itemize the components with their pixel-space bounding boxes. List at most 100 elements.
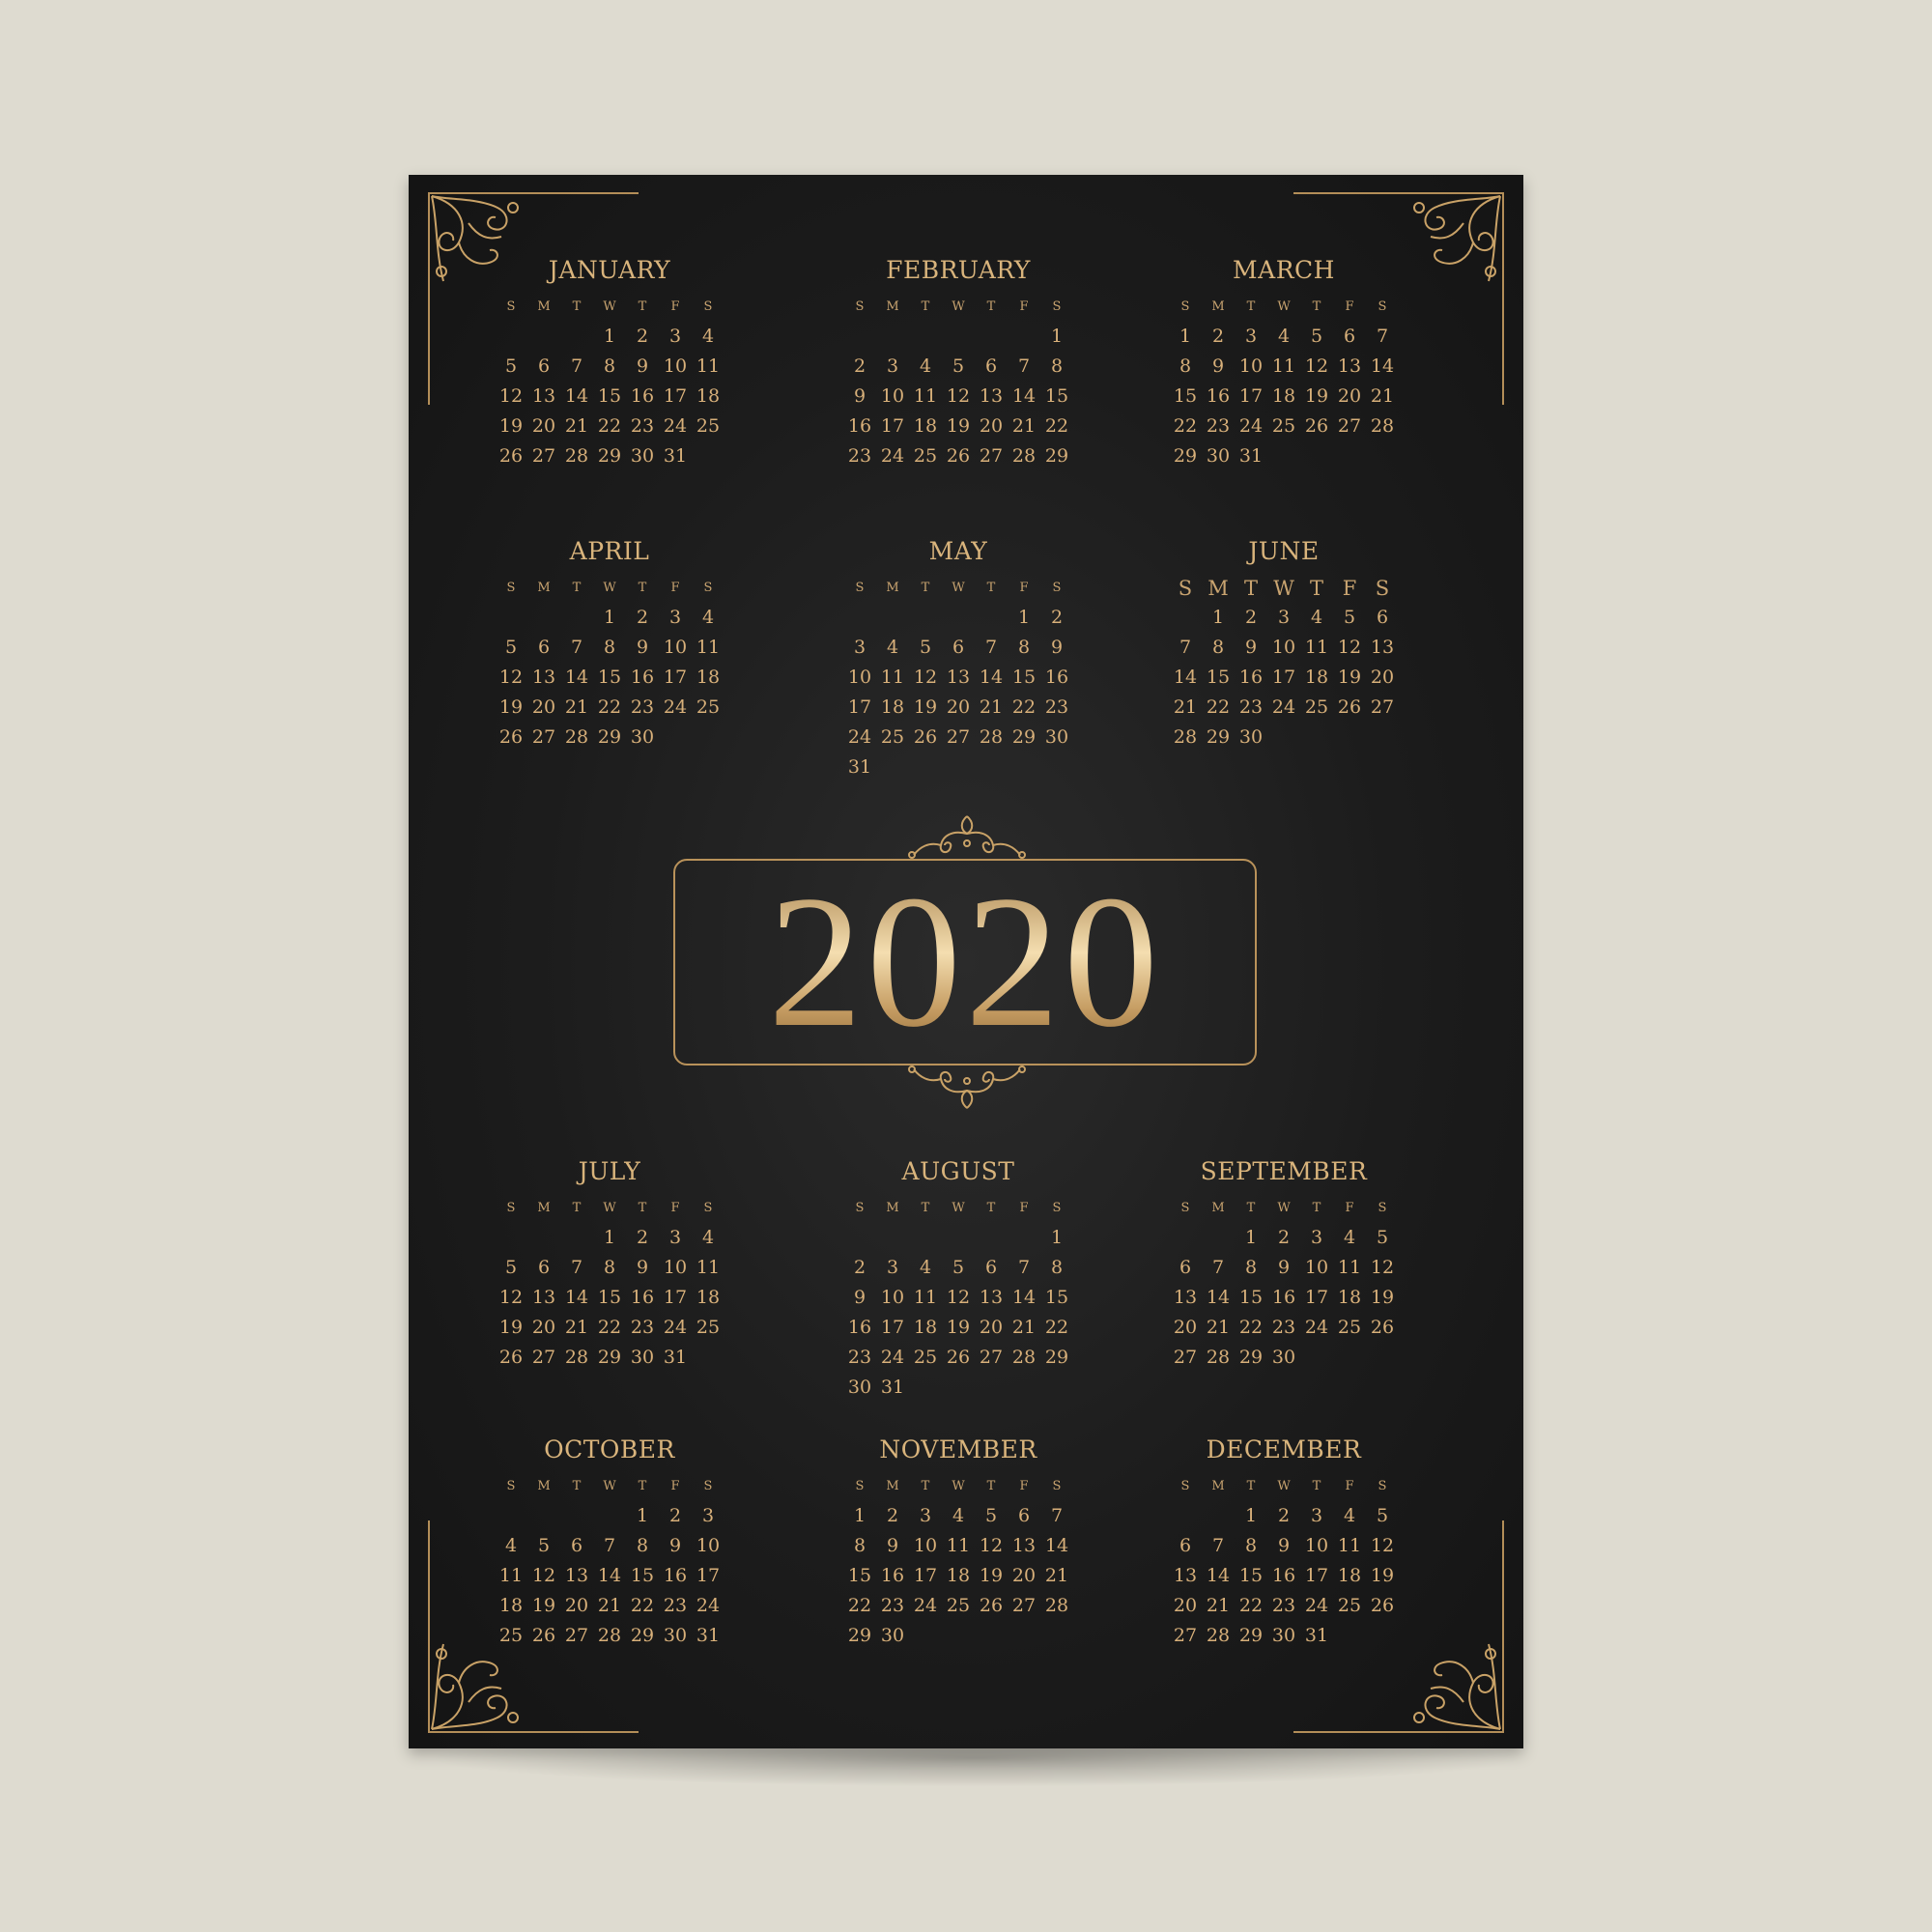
day-cell: 1: [636, 1505, 649, 1526]
empty-day-cell: [1008, 1223, 1040, 1253]
empty-day-cell: [942, 603, 975, 633]
day-cell: 13: [531, 1287, 556, 1308]
empty-day-cell: [909, 322, 942, 352]
day-cell: 16: [1044, 667, 1069, 688]
day-cell: 2: [853, 355, 867, 377]
day-cell: 23: [663, 1595, 688, 1616]
day-cell: 20: [564, 1595, 589, 1616]
weekday-header: W: [952, 1201, 965, 1215]
day-cell: 14: [1011, 1287, 1037, 1308]
day-cell: 7: [1211, 1535, 1225, 1556]
empty-day-cell: [495, 322, 527, 352]
day-cell: 3: [1310, 1505, 1323, 1526]
day-cell: 15: [597, 667, 622, 688]
day-cell: 24: [663, 1317, 688, 1338]
month-name: DECEMBER: [1206, 1435, 1362, 1463]
day-cell: 5: [952, 1257, 965, 1278]
day-cell: 26: [1370, 1317, 1395, 1338]
weekday-header: M: [1211, 1479, 1225, 1493]
empty-day-cell: [975, 603, 1008, 633]
day-cell: 17: [1271, 667, 1296, 688]
day-cell: 27: [979, 1347, 1004, 1368]
day-cell: 26: [498, 1347, 524, 1368]
empty-day-cell: [1008, 322, 1040, 352]
empty-day-cell: [560, 322, 593, 352]
weekday-header: F: [1019, 299, 1029, 314]
weekday-header: W: [1277, 1201, 1291, 1215]
weekday-header: S: [703, 299, 713, 314]
day-cell: 7: [570, 1257, 583, 1278]
day-cell: 7: [1050, 1505, 1064, 1526]
day-cell: 12: [946, 385, 971, 407]
frame-line-bottom-right: [1293, 1731, 1504, 1733]
day-grid: S M T W T F S 1 2 3 4 5 6 7 8 9 10 11 12 13 14 15 16 17 18 19 20 21…: [1149, 1194, 1419, 1373]
month-january: JANUARY S M T W T F S 1 2 3 4 5 6 7 8 9 10 11 12 13 14 15 16 17 1…: [474, 254, 745, 471]
day-cell: 24: [696, 1595, 721, 1616]
day-cell: 12: [1337, 637, 1362, 658]
day-cell: 12: [498, 1287, 524, 1308]
day-cell: 8: [1050, 1257, 1064, 1278]
month-february: FEBRUARY S M T W T F S 1 2 3 4 5 6 7 8 9 10 11 12 13 14 15 16 17…: [823, 254, 1094, 471]
day-cell: 23: [1206, 415, 1231, 437]
day-cell: 22: [1044, 1317, 1069, 1338]
day-cell: 24: [663, 696, 688, 718]
day-cell: 25: [913, 1347, 938, 1368]
weekday-header: T: [986, 1479, 996, 1493]
day-cell: 10: [1238, 355, 1264, 377]
day-cell: 17: [696, 1565, 721, 1586]
day-cell: 4: [886, 637, 899, 658]
day-cell: 3: [1244, 326, 1258, 347]
day-cell: 2: [636, 326, 649, 347]
day-cell: 28: [1173, 726, 1198, 748]
day-cell: 13: [531, 667, 556, 688]
day-cell: 1: [1244, 1505, 1258, 1526]
day-cell: 1: [1017, 607, 1031, 628]
day-cell: 11: [498, 1565, 524, 1586]
day-cell: 23: [1238, 696, 1264, 718]
day-cell: 7: [1211, 1257, 1225, 1278]
day-cell: 11: [1337, 1257, 1362, 1278]
day-cell: 18: [1304, 667, 1329, 688]
day-cell: 8: [603, 355, 616, 377]
calendar-poster: JANUARY S M T W T F S 1 2 3 4 5 6 7 8 9 10 11 12 13 14 15 16 17 1…: [409, 175, 1523, 1748]
weekday-header: W: [603, 1479, 616, 1493]
empty-day-cell: [495, 1223, 527, 1253]
day-cell: 26: [1370, 1595, 1395, 1616]
weekday-header: T: [638, 581, 647, 595]
frame-line-right-top: [1502, 192, 1504, 405]
day-cell: 23: [630, 1317, 655, 1338]
day-cell: 16: [847, 1317, 872, 1338]
day-cell: 15: [1011, 667, 1037, 688]
weekday-header: M: [1208, 577, 1229, 600]
weekday-header: W: [1273, 577, 1294, 600]
day-cell: 29: [1238, 1625, 1264, 1646]
weekday-header: T: [638, 299, 647, 314]
year-frame: 2020: [673, 859, 1257, 1065]
day-cell: 24: [880, 1347, 905, 1368]
day-cell: 6: [1179, 1535, 1192, 1556]
day-cell: 4: [701, 607, 715, 628]
day-cell: 14: [1370, 355, 1395, 377]
day-cell: 27: [531, 445, 556, 467]
empty-day-cell: [1169, 1501, 1202, 1531]
day-cell: 12: [498, 667, 524, 688]
day-cell: 24: [1238, 415, 1264, 437]
day-cell: 16: [630, 667, 655, 688]
day-cell: 18: [913, 415, 938, 437]
day-cell: 18: [696, 667, 721, 688]
day-cell: 12: [1370, 1257, 1395, 1278]
day-cell: 18: [1337, 1287, 1362, 1308]
day-cell: 5: [952, 355, 965, 377]
day-cell: 7: [1179, 637, 1192, 658]
weekday-header: T: [986, 1201, 996, 1215]
day-cell: 29: [630, 1625, 655, 1646]
weekday-header: T: [572, 1479, 582, 1493]
weekday-header: T: [921, 581, 930, 595]
day-grid: S M T W T F S 1 2 3 4 5 6 7 8 9 10 11 12 13 14 15 16 17 18 19 20 21…: [823, 1472, 1094, 1651]
day-cell: 6: [1343, 326, 1356, 347]
day-cell: 23: [847, 1347, 872, 1368]
day-cell: 30: [630, 445, 655, 467]
day-cell: 4: [919, 355, 932, 377]
day-cell: 21: [564, 696, 589, 718]
day-cell: 29: [1044, 1347, 1069, 1368]
